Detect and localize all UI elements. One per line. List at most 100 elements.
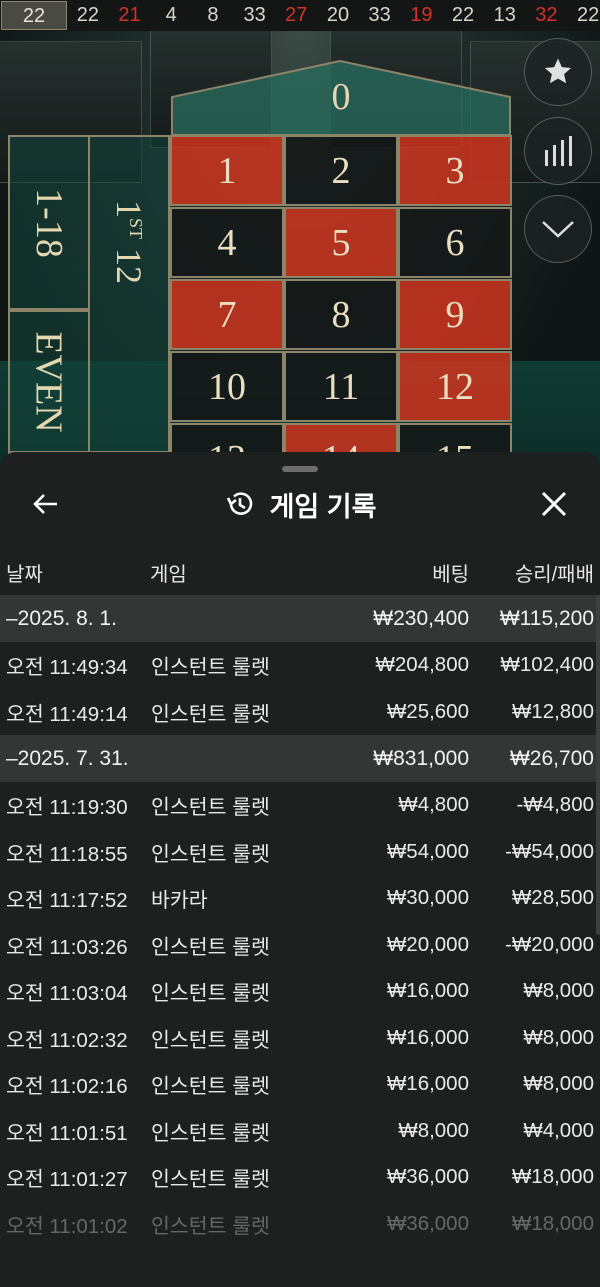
sheet-header: 게임 기록 (0, 482, 600, 526)
row-win-loss: ₩4,000 (523, 1118, 594, 1142)
history-row[interactable]: 오전 11:19:30 인스턴트 룰렛 ₩4,800 -₩4,800 (0, 782, 600, 829)
results-strip: 22 22 21 4 8 33 27 20 33 19 22 13 32 22 (0, 0, 600, 32)
chevron-down-icon (542, 221, 574, 238)
row-game-name: 인스턴트 룰렛 (151, 1121, 270, 1145)
favorite-button[interactable] (524, 38, 592, 106)
star-icon (544, 58, 572, 84)
number-cell[interactable]: 10 (170, 351, 284, 422)
bet-1-18[interactable]: 1-18 (8, 135, 90, 310)
history-row[interactable]: 오전 11:01:02 인스턴트 룰렛 ₩36,000 ₩18,000 (0, 1201, 600, 1248)
number-cell[interactable]: 2 (284, 135, 398, 206)
row-win-loss: ₩18,000 (511, 1211, 594, 1235)
number-cell[interactable]: 12 (398, 351, 512, 422)
row-win-loss: ₩12,800 (511, 699, 594, 723)
history-row[interactable]: 오전 11:02:16 인스턴트 룰렛 ₩16,000 ₩8,000 (0, 1061, 600, 1108)
row-win-loss: ₩115,200 (499, 606, 594, 630)
game-history-sheet: 게임 기록 날짜 게임 베팅 승리/패배 –2025. 8. 1. ₩230,40… (0, 452, 600, 1287)
column-header-row: 날짜 게임 베팅 승리/패배 (0, 558, 600, 586)
row-bet-amount: ₩54,000 (386, 839, 469, 863)
sheet-title-group: 게임 기록 (0, 482, 600, 526)
history-icon (226, 492, 252, 515)
row-time: 오전 11:01:51 (6, 1121, 128, 1145)
history-row[interactable]: 오전 11:02:32 인스턴트 룰렛 ₩16,000 ₩8,000 (0, 1015, 600, 1062)
row-bet-amount: ₩30,000 (386, 886, 469, 910)
result-number: 21 (118, 4, 141, 26)
history-row[interactable]: 오전 11:01:27 인스턴트 룰렛 ₩36,000 ₩18,000 (0, 1154, 600, 1201)
row-win-loss: ₩18,000 (511, 1165, 594, 1189)
number-cell[interactable]: 7 (170, 279, 284, 350)
row-win-loss: ₩8,000 (523, 1072, 594, 1096)
row-bet-amount: ₩4,800 (398, 793, 469, 817)
history-row[interactable]: 오전 11:49:14 인스턴트 룰렛 ₩25,600 ₩12,800 (0, 689, 600, 736)
result-number: 33 (243, 4, 266, 26)
row-bet-amount: ₩8,000 (398, 1118, 469, 1142)
row-win-loss: -₩54,000 (505, 839, 594, 863)
bet-even-label: EVEN (28, 330, 70, 433)
close-button[interactable] (538, 488, 570, 520)
bet-even[interactable]: EVEN (8, 310, 90, 453)
number-cell[interactable]: 8 (284, 279, 398, 350)
date-group-row[interactable]: –2025. 8. 1. ₩230,400 ₩115,200 (0, 595, 600, 642)
row-time: 오전 11:49:14 (6, 702, 128, 726)
row-win-loss: -₩4,800 (516, 793, 594, 817)
number-cell[interactable]: 3 (398, 135, 512, 206)
number-cell[interactable]: 11 (284, 351, 398, 422)
collapse-button[interactable] (524, 195, 592, 263)
result-number: 27 (285, 4, 308, 26)
row-win-loss: ₩26,700 (509, 746, 594, 770)
history-list[interactable]: –2025. 8. 1. ₩230,400 ₩115,200 오전 11:49:34 인… (0, 595, 600, 1247)
number-cell[interactable]: 4 (170, 207, 284, 278)
history-row[interactable]: 오전 11:18:55 인스턴트 룰렛 ₩54,000 -₩54,000 (0, 829, 600, 876)
result-number: 33 (368, 4, 391, 26)
bet-first-dozen-label: 1ST 12 (109, 199, 150, 285)
row-time: 오전 11:17:52 (6, 889, 128, 913)
history-row[interactable]: 오전 11:03:04 인스턴트 룰렛 ₩16,000 ₩8,000 (0, 968, 600, 1015)
date-group-row[interactable]: –2025. 7. 31. ₩831,000 ₩26,700 (0, 735, 600, 782)
result-number: 32 (535, 4, 558, 26)
column-win-loss: 승리/패배 (514, 564, 594, 586)
history-row[interactable]: 오전 11:17:52 바카라 ₩30,000 ₩28,500 (0, 875, 600, 922)
row-win-loss: ₩28,500 (511, 886, 594, 910)
column-bet: 베팅 (432, 564, 469, 586)
row-time: 오전 11:18:55 (6, 842, 128, 866)
result-number: 20 (326, 4, 350, 26)
row-time: 오전 11:02:16 (6, 1075, 128, 1099)
bet-1-18-label: 1-18 (28, 187, 70, 258)
row-win-loss: -₩20,000 (505, 932, 594, 956)
number-cell[interactable]: 1 (170, 135, 284, 206)
row-time: 오전 11:01:27 (6, 1168, 128, 1192)
history-row[interactable]: 오전 11:49:34 인스턴트 룰렛 ₩204,800 ₩102,400 (0, 642, 600, 689)
number-cell[interactable]: 9 (398, 279, 512, 350)
sheet-drag-handle[interactable] (282, 466, 318, 472)
row-bet-amount: ₩25,600 (386, 699, 469, 723)
result-number: 13 (493, 4, 516, 26)
statistics-button[interactable] (524, 117, 592, 185)
row-game-name: 인스턴트 룰렛 (151, 656, 270, 680)
history-row[interactable]: 오전 11:01:51 인스턴트 룰렛 ₩8,000 ₩4,000 (0, 1108, 600, 1155)
number-cell[interactable]: 5 (284, 207, 398, 278)
row-game-name: 인스턴트 룰렛 (151, 702, 270, 726)
row-game-name: 인스턴트 룰렛 (151, 1075, 270, 1099)
zero-label[interactable]: 0 (170, 75, 512, 119)
row-game-name: 인스턴트 룰렛 (151, 1168, 270, 1192)
row-bet-amount: ₩16,000 (386, 1072, 469, 1096)
row-win-loss: ₩8,000 (523, 979, 594, 1003)
roulette-table-view: 0 1-18 EVEN 1ST 12 123456789101112131415 (0, 31, 600, 471)
bet-first-dozen[interactable]: 1ST 12 (88, 135, 170, 453)
history-row[interactable]: 오전 11:03:26 인스턴트 룰렛 ₩20,000 -₩20,000 (0, 922, 600, 969)
close-icon (541, 491, 567, 517)
row-win-loss: ₩102,400 (500, 653, 594, 677)
row-game-name: 인스턴트 룰렛 (151, 842, 270, 866)
date-label: –2025. 8. 1. (6, 606, 117, 630)
row-time: 오전 11:02:32 (6, 1028, 128, 1052)
row-game-name: 인스턴트 룰렛 (151, 982, 270, 1006)
row-game-name: 바카라 (151, 889, 208, 913)
latest-result: 22 (1, 1, 67, 30)
result-number: 4 (165, 4, 177, 26)
scrollbar[interactable] (596, 595, 600, 935)
row-bet-amount: ₩204,800 (375, 653, 469, 677)
number-cell[interactable]: 6 (398, 207, 512, 278)
row-game-name: 인스턴트 룰렛 (151, 796, 270, 820)
row-bet-amount: ₩831,000 (373, 746, 469, 770)
date-label: –2025. 7. 31. (6, 746, 129, 770)
